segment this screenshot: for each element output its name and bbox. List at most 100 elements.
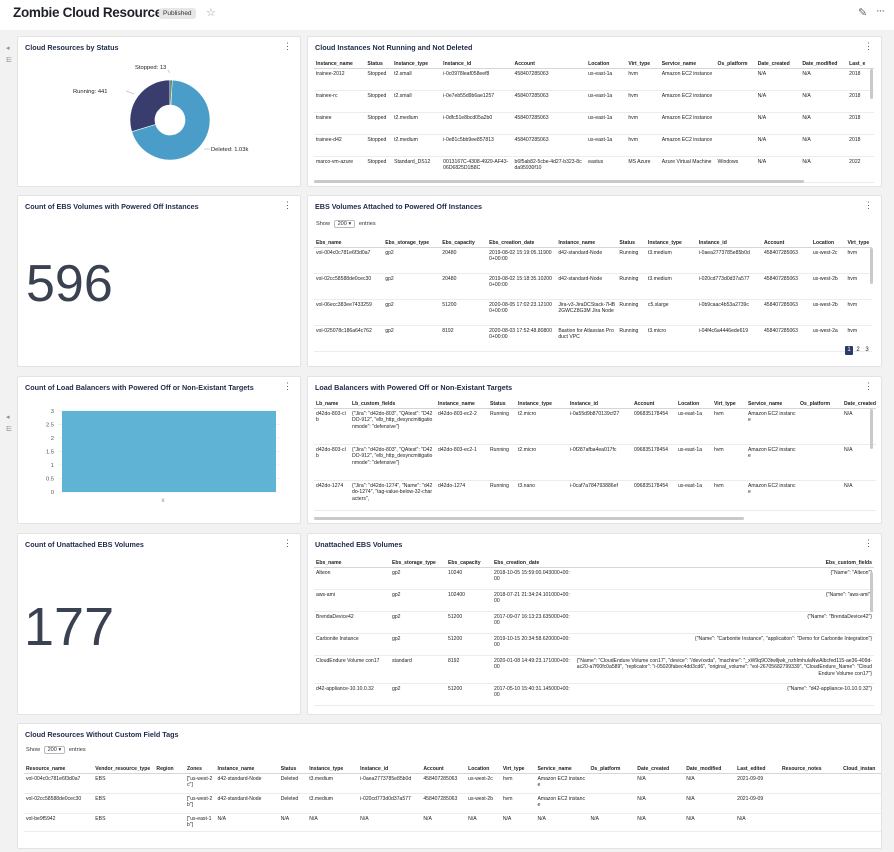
column-header[interactable]: Ebs_name bbox=[314, 556, 390, 568]
vertical-scrollbar[interactable] bbox=[870, 572, 873, 612]
column-header[interactable]: Instance_type bbox=[516, 397, 568, 409]
vertical-scrollbar[interactable] bbox=[870, 69, 873, 99]
column-header[interactable]: Instance_id bbox=[441, 57, 513, 69]
table-row[interactable]: vol-be9f5942 EBS ["us-east-1b"] N/A N/A N/A N/… bbox=[24, 813, 881, 833]
column-header[interactable]: Os_platform bbox=[715, 57, 756, 69]
table-row[interactable]: vol-004c0c781e6f3d0a7 EBS ["us-west-2c"] d4… bbox=[24, 773, 881, 794]
column-header[interactable]: Instance_name bbox=[436, 397, 488, 409]
column-header[interactable]: Instance_id bbox=[358, 762, 422, 774]
table-row[interactable]: trainee-2012 Stopped t2.small i-0c0978leaf0… bbox=[314, 68, 874, 91]
column-header[interactable]: Vendor_resource_type bbox=[93, 762, 155, 774]
column-header[interactable]: Status bbox=[488, 397, 516, 409]
column-header[interactable]: Status bbox=[278, 762, 308, 774]
column-header[interactable]: Service_name bbox=[746, 397, 798, 409]
vertical-scrollbar[interactable] bbox=[870, 248, 873, 284]
column-header[interactable]: Ebs_custom_fields bbox=[572, 556, 874, 568]
column-header[interactable]: Ebs_name bbox=[314, 236, 384, 248]
column-header[interactable]: Account bbox=[512, 57, 587, 69]
vertical-scrollbar[interactable] bbox=[870, 409, 873, 449]
column-header[interactable]: Lb_custom_fields bbox=[350, 397, 436, 409]
entries-select[interactable]: 200 ▾ bbox=[43, 746, 66, 754]
column-header[interactable]: Status bbox=[365, 57, 393, 69]
column-header[interactable]: Date_modified bbox=[684, 762, 736, 774]
column-header[interactable]: Instance_type bbox=[645, 236, 697, 248]
column-header[interactable]: Instance_type bbox=[307, 762, 359, 774]
column-header[interactable]: Instance_id bbox=[568, 397, 632, 409]
column-header[interactable]: Os_platform bbox=[588, 762, 636, 774]
panel-menu-icon[interactable]: ⋮ bbox=[283, 201, 292, 210]
table-row[interactable]: vol-02cc58588de0cec30 gp2 20480 2019-08-02 … bbox=[314, 273, 872, 300]
column-header[interactable]: Resource_notes bbox=[779, 762, 842, 774]
table-row[interactable]: trainee-rc Stopped t2.small i-0e7eb55d9b6ae… bbox=[314, 90, 874, 113]
column-header[interactable]: Account bbox=[421, 762, 467, 774]
column-header[interactable]: Region bbox=[154, 762, 185, 774]
column-header[interactable]: Virt_type bbox=[712, 397, 746, 409]
favorite-star-icon[interactable]: ☆ bbox=[206, 6, 216, 19]
column-header[interactable]: Virt_type bbox=[626, 57, 660, 69]
table-row[interactable]: CloudEndure Volume con17 standard 8192 2020… bbox=[314, 655, 874, 684]
bar[interactable] bbox=[62, 411, 276, 492]
page-3[interactable]: 3 bbox=[863, 346, 871, 355]
column-header[interactable]: Date_modified bbox=[800, 57, 848, 69]
column-header[interactable]: Date_created bbox=[635, 762, 685, 774]
column-header[interactable]: Virt_type bbox=[845, 236, 872, 248]
page-2[interactable]: 2 bbox=[854, 346, 862, 355]
column-header[interactable]: Ebs_creation_date bbox=[492, 556, 572, 568]
column-header[interactable]: Date_created bbox=[755, 57, 801, 69]
column-header[interactable]: Lb_name bbox=[314, 397, 350, 409]
panel-menu-icon[interactable]: ⋮ bbox=[864, 201, 873, 210]
table-row[interactable]: trainee Stopped t2.medium i-0dfc51e8bcd05a2… bbox=[314, 112, 874, 135]
column-header[interactable]: Instance_name bbox=[556, 236, 618, 248]
filter-icon[interactable]: ⋿ bbox=[6, 425, 12, 433]
collapse-icon[interactable]: ◂ bbox=[6, 44, 10, 52]
table-row[interactable]: d42do-1274 {"Jira": "d42do-1274", "Name":… bbox=[314, 480, 876, 511]
column-header[interactable]: Resource_name bbox=[24, 762, 94, 774]
column-header[interactable]: Os_platform bbox=[798, 397, 842, 409]
column-header[interactable]: Ebs_capacity bbox=[446, 556, 492, 568]
column-header[interactable]: Location bbox=[586, 57, 627, 69]
column-header[interactable]: Ebs_capacity bbox=[440, 236, 488, 248]
column-header[interactable]: Instance_name bbox=[215, 762, 279, 774]
column-header[interactable]: Instance_type bbox=[392, 57, 442, 69]
column-header[interactable]: Status bbox=[617, 236, 646, 248]
column-header[interactable]: Cloud_instan bbox=[841, 762, 881, 774]
column-header[interactable]: Virt_type bbox=[500, 762, 536, 774]
column-header[interactable]: Account bbox=[632, 397, 676, 409]
table-row[interactable]: Alteon gp2 10240 2018-10-05 15:59:00.043000… bbox=[314, 567, 874, 590]
table-row[interactable]: d42-appliance-10.10.0.32 gp2 51200 2017-05-… bbox=[314, 683, 874, 706]
table-row[interactable]: vol-02cc58588de0cec30 EBS ["us-west-2b"] d4… bbox=[24, 793, 881, 814]
column-header[interactable]: Location bbox=[810, 236, 846, 248]
column-header[interactable]: Last_e bbox=[847, 57, 874, 69]
more-options-icon[interactable]: ··· bbox=[876, 5, 885, 17]
filter-icon[interactable]: ⋿ bbox=[6, 56, 12, 64]
table-row[interactable]: d42do-803-clb {"Jira": "d42do-803", "QAte… bbox=[314, 444, 876, 481]
horizontal-scrollbar[interactable] bbox=[314, 517, 744, 520]
column-header[interactable]: Location bbox=[676, 397, 712, 409]
panel-menu-icon[interactable]: ⋮ bbox=[864, 539, 873, 548]
column-header[interactable]: Date_created bbox=[842, 397, 876, 409]
column-header[interactable]: Location bbox=[466, 762, 501, 774]
table-row[interactable]: aws-ami gp2 102400 2018-07-21 21:34:24.1010… bbox=[314, 589, 874, 612]
column-header[interactable]: Ebs_storage_type bbox=[383, 236, 441, 248]
table-row[interactable]: Carbonite Instance gp2 51200 2019-10-15 20:… bbox=[314, 633, 874, 656]
collapse-icon[interactable]: ◂ bbox=[6, 413, 10, 421]
column-header[interactable]: Instance_id bbox=[696, 236, 762, 248]
entries-select[interactable]: 200 ▾ bbox=[333, 220, 356, 228]
table-row[interactable]: d42do-803-clb {"Jira": "d42do-803", "QAte… bbox=[314, 408, 876, 445]
panel-menu-icon[interactable]: ⋮ bbox=[283, 539, 292, 548]
column-header[interactable]: Service_name bbox=[659, 57, 716, 69]
column-header[interactable]: Service_name bbox=[535, 762, 589, 774]
panel-menu-icon[interactable]: ⋮ bbox=[864, 42, 873, 51]
pie-slice-running[interactable] bbox=[129, 79, 171, 133]
column-header[interactable]: Account bbox=[761, 236, 811, 248]
column-header[interactable]: Zones bbox=[184, 762, 216, 774]
table-row[interactable]: trainee-d42 Stopped t2.medium i-0e81c5bb9ee… bbox=[314, 134, 874, 157]
page-1[interactable]: 1 bbox=[845, 346, 853, 355]
edit-pencil-icon[interactable]: ✎ bbox=[858, 6, 867, 19]
table-row[interactable]: vol-004c0c781e6f3d0a7 gp2 20480 2019-08-02 … bbox=[314, 247, 872, 274]
table-row[interactable]: BrendaDevice42 gp2 51200 2017-09-07 16:13:2… bbox=[314, 611, 874, 634]
panel-menu-icon[interactable]: ⋮ bbox=[864, 382, 873, 391]
column-header[interactable]: Last_edited bbox=[735, 762, 780, 774]
table-row[interactable]: marco-vm-azure Stopped Standard_DS12 001316… bbox=[314, 156, 874, 183]
table-row[interactable]: vol-025078c186a64c762 gp2 8192 2020-08-03 1… bbox=[314, 325, 872, 352]
